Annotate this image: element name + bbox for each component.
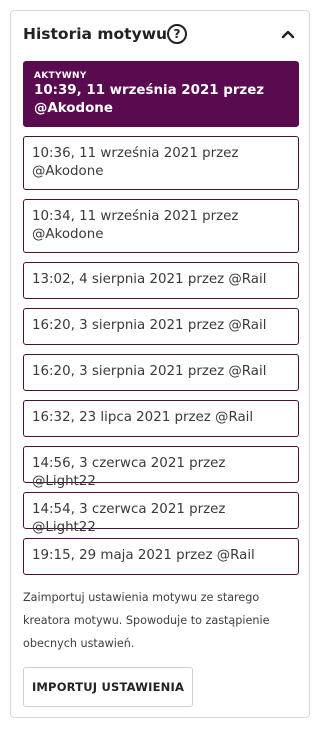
history-entry-label: 19:15, 29 maja 2021 przez @Rail xyxy=(32,548,255,563)
question-circle-icon[interactable]: ? xyxy=(167,24,187,44)
history-entry-label: 10:34, 11 września 2021 przez @Akodone xyxy=(32,209,239,242)
history-entry[interactable]: 13:02, 4 sierpnia 2021 przez @Rail xyxy=(23,262,299,299)
history-entry-label: 16:20, 3 sierpnia 2021 przez @Rail xyxy=(32,318,267,333)
chevron-up-icon[interactable] xyxy=(277,23,299,45)
panel-header: Historia motywu ? xyxy=(23,23,299,45)
panel-title: Historia motywu xyxy=(23,25,168,43)
history-entry-label: 16:20, 3 sierpnia 2021 przez @Rail xyxy=(32,364,267,379)
import-description: Zaimportuj ustawienia motywu ze starego … xyxy=(23,591,270,650)
active-badge: AKTYWNY xyxy=(34,71,87,81)
history-entry-label: 14:54, 3 czerwca 2021 przez @Light22 xyxy=(32,502,226,535)
history-entry-label: 13:02, 4 sierpnia 2021 przez @Rail xyxy=(32,272,267,287)
history-entry[interactable]: 14:56, 3 czerwca 2021 przez @Light22 xyxy=(23,446,299,489)
history-entry-label: 10:39, 11 września 2021 przez @Akodone xyxy=(34,83,265,116)
history-entry-label: 10:36, 11 września 2021 przez @Akodone xyxy=(32,146,239,179)
history-entry[interactable]: 10:36, 11 września 2021 przez @Akodone xyxy=(23,136,299,190)
history-entry[interactable]: 16:20, 3 sierpnia 2021 przez @Rail xyxy=(23,308,299,345)
import-settings-button[interactable]: IMPORTUJ USTAWIENIA xyxy=(23,667,193,707)
history-entry[interactable]: 19:15, 29 maja 2021 przez @Rail xyxy=(23,538,299,575)
theme-history-panel: Historia motywu ? AKTYWNY 10:39, 11 wrze… xyxy=(10,10,310,718)
history-entry[interactable]: 14:54, 3 czerwca 2021 przez @Light22 xyxy=(23,492,299,535)
history-entry-label: 16:32, 23 lipca 2021 przez @Rail xyxy=(32,410,254,425)
history-entry[interactable]: 16:32, 23 lipca 2021 przez @Rail xyxy=(23,400,299,437)
history-entry[interactable]: 10:34, 11 września 2021 przez @Akodone xyxy=(23,199,299,253)
history-entry[interactable]: 16:20, 3 sierpnia 2021 przez @Rail xyxy=(23,354,299,391)
history-entry-label: 14:56, 3 czerwca 2021 przez @Light22 xyxy=(32,456,226,489)
history-entry-active[interactable]: AKTYWNY 10:39, 11 września 2021 przez @A… xyxy=(23,61,299,127)
